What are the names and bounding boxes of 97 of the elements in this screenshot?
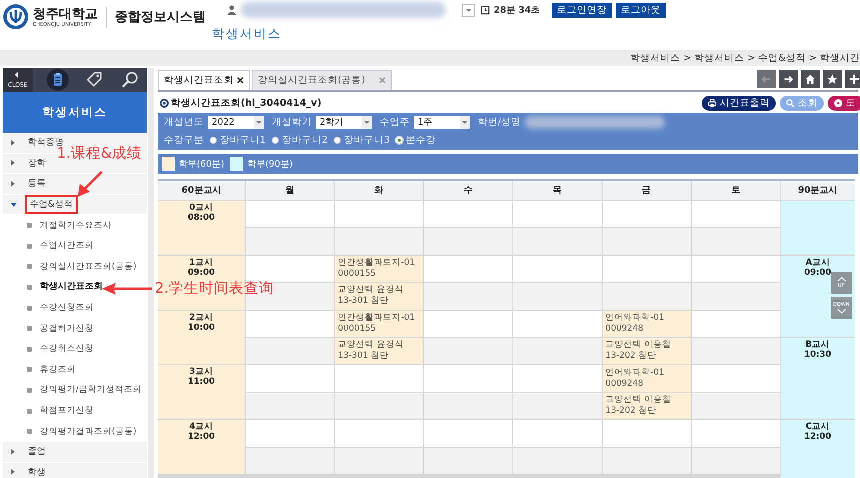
right-arrow-icon [783, 74, 794, 84]
system-title: 종합정보시스템 [115, 9, 206, 26]
header-button[interactable]: 로그인연장 [552, 2, 612, 18]
period-cell: 3교시 11:00 [158, 365, 245, 420]
legend-label: 학부(60분) [179, 158, 224, 170]
bullet-icon [27, 326, 32, 332]
class-cell: 인간생활과토지-01 0000155 [335, 310, 424, 337]
annotation-arrow [78, 171, 103, 197]
column-header: 월 [246, 181, 334, 200]
bullet-icon [27, 367, 32, 372]
period-cell: 2교시 10:00 [158, 310, 245, 364]
sidebar-item[interactable]: 등록 [23, 174, 51, 194]
sidebar-item[interactable]: 수업시간조회 [34, 237, 100, 256]
page-title: 학생시간표조회(hl_3040414_v) [171, 96, 322, 110]
house-icon [805, 74, 816, 84]
column-header: 금 [602, 181, 691, 200]
bullet-icon [27, 223, 32, 228]
sidebar-item[interactable]: 강의실시간표조회(공통) [34, 258, 143, 276]
sidebar-item[interactable]: 공결허가신청 [34, 320, 100, 338]
bullet-icon [160, 98, 169, 108]
scrollbar[interactable] [148, 68, 154, 478]
star-button[interactable] [823, 70, 842, 88]
class-cell: 교양선택 윤경식 13-301 첨단 [335, 283, 424, 310]
left-arrow-icon [761, 74, 772, 84]
period-cell: B교시 10:30 [780, 338, 855, 420]
university-name: 청주대학교 [33, 6, 98, 22]
chevron-down-icon [836, 309, 846, 314]
field-label: 수업주 [380, 116, 410, 129]
sidebar-item[interactable]: 계절학기수요조사 [34, 216, 118, 235]
class-cell: 교양선택 이용철 13-202 첨단 [602, 392, 691, 420]
sidebar-item[interactable]: 강의평가결과조회(공통) [34, 422, 143, 441]
class-cell: 인간생활과토지-01 0000155 [335, 256, 424, 282]
sidebar-item[interactable]: 장학 [23, 154, 51, 173]
period-cell: 4교시 12:00 [158, 420, 245, 474]
sidebar-title: 학생서비스 [3, 92, 147, 133]
column-header: 60분교시 [158, 181, 245, 200]
class-cell: 언어와과학-01 0009248 [602, 365, 691, 392]
bullet-icon [27, 284, 32, 290]
column-header: 토 [692, 181, 780, 200]
column-header: 수 [424, 181, 512, 200]
user-icon [227, 5, 237, 15]
field-label: 학번/성명 [478, 116, 522, 129]
class-cell: 교양선택 윤경식 13-301 첨단 [335, 338, 424, 364]
bullet-icon [27, 408, 32, 414]
close-icon[interactable] [237, 77, 244, 84]
forward-arrow-button[interactable] [779, 70, 798, 88]
chevron-up-icon [836, 277, 846, 282]
breadcrumb: 학생서비스 > 학생서비스 > 수업&성적 > 학생시간 [630, 52, 860, 64]
star-icon [827, 74, 838, 84]
clipboard-icon[interactable] [47, 69, 69, 91]
period-cell: 0교시 08:00 [158, 201, 245, 255]
university-logo-icon [3, 4, 29, 30]
sidebar-item[interactable]: 졸업 [23, 442, 51, 462]
help-icon [834, 98, 843, 108]
clock-icon [481, 6, 490, 14]
sidebar-item[interactable]: 학생 [23, 462, 51, 478]
sidebar-item[interactable]: 수강신청조회 [34, 299, 100, 318]
printer-icon [708, 98, 717, 108]
legend-label: 학부(90분) [247, 158, 293, 170]
service-title: 학생서비스 [212, 26, 283, 43]
class-cell: 교양선택 이용철 13-202 첨단 [602, 338, 691, 364]
column-header: 화 [335, 181, 424, 200]
sidebar-item[interactable]: 강의평가/금학기성적조회 [34, 381, 148, 400]
dropdown-button[interactable] [462, 4, 475, 16]
bullet-icon [27, 346, 32, 352]
header-button[interactable]: 로그아웃 [616, 2, 666, 18]
print-button[interactable]: 시간표출력 [702, 96, 776, 110]
bullet-icon [27, 306, 32, 311]
help-button[interactable]: 도 [828, 96, 860, 110]
bullet-icon [27, 429, 32, 434]
tab[interactable]: 학생시간표조회 [158, 70, 250, 90]
sidebar-item[interactable]: 휴강조회 [34, 360, 82, 379]
period-cell: C교시 12:00 [780, 420, 855, 478]
annotation-arrow [102, 283, 152, 295]
select-field[interactable]: 2022 [208, 116, 264, 129]
bullet-icon [27, 264, 32, 270]
class-cell: 언어와과학-01 0009248 [602, 310, 691, 337]
sidebar-item[interactable]: 수업&성적 [25, 195, 78, 214]
column-header: 90분교시 [780, 181, 855, 200]
column-header: 목 [513, 181, 602, 200]
plus-icon [849, 74, 860, 84]
plus-button[interactable] [845, 70, 860, 88]
annotation-text: 1.课程&成绩 [57, 146, 142, 163]
annotation-text: 2.学生时间表查询 [155, 280, 274, 298]
bullet-icon [27, 244, 32, 249]
field-label: 수강구분 [164, 134, 204, 147]
bullet-icon [27, 388, 32, 393]
session-timer: 28분 34초 [494, 4, 540, 16]
select-field[interactable]: 2학기 [316, 116, 372, 129]
sidebar-item[interactable]: 학점포기신청 [34, 402, 100, 420]
select-field[interactable]: 1주 [414, 116, 470, 129]
sidebar-item[interactable]: 수강취소신청 [34, 340, 100, 358]
tab[interactable]: 강의실시간표조회(공통) [252, 70, 392, 90]
field-label: 개설년도 [164, 116, 204, 129]
search-icon [786, 98, 795, 108]
home-button[interactable] [801, 70, 820, 88]
field-label: 개설학기 [272, 116, 312, 129]
